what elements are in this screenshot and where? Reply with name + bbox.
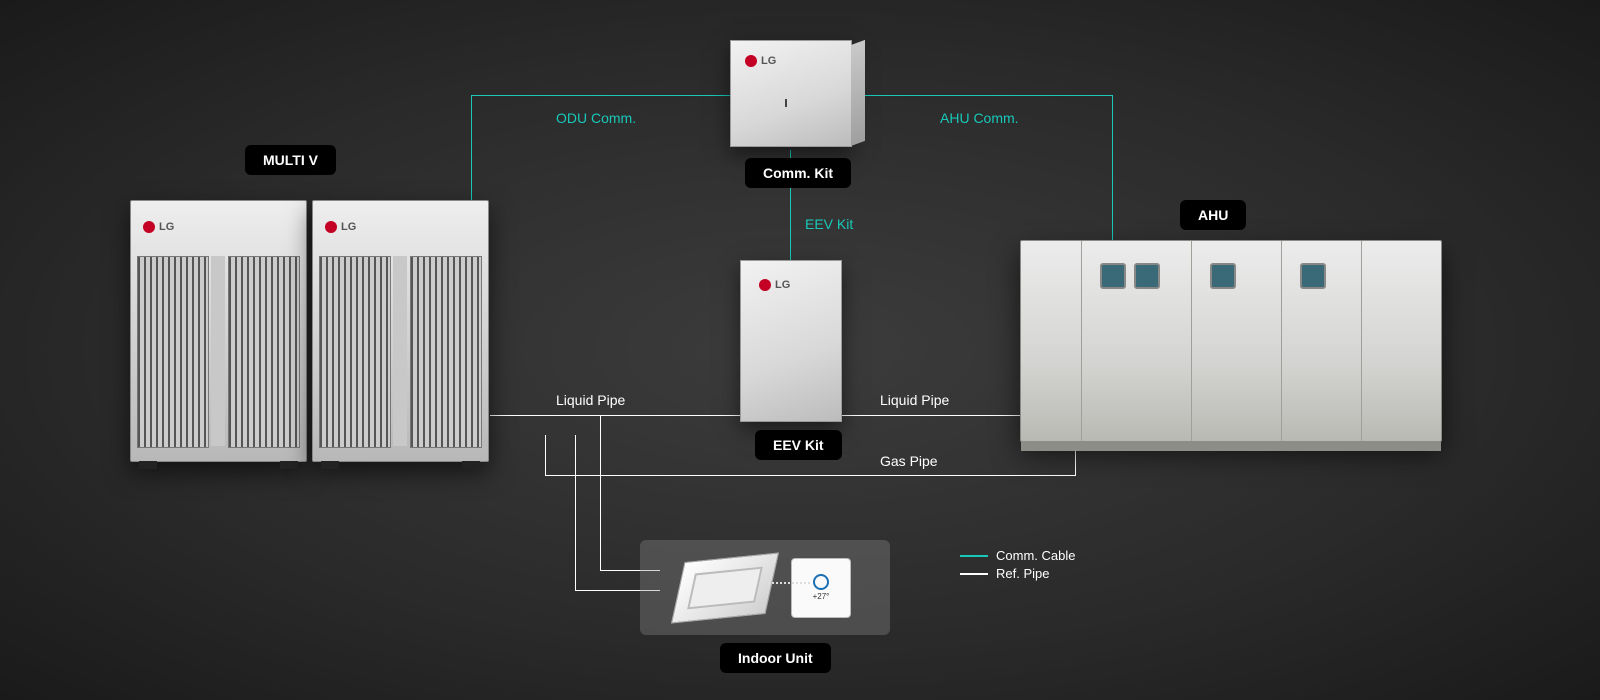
comm-kit-label: Comm. Kit [745, 158, 851, 188]
comm-kit-device: LG [730, 40, 852, 147]
liquid-pipe-text-left: Liquid Pipe [556, 392, 625, 408]
ahu-label: AHU [1180, 200, 1246, 230]
comm-line [1112, 95, 1113, 255]
liquid-pipe-line [840, 415, 1035, 416]
comm-line [852, 95, 1112, 96]
remote-controller-icon: +27° [791, 558, 851, 618]
liquid-pipe-line [490, 415, 745, 416]
legend-swatch-ref [960, 573, 988, 575]
indoor-branch-line [575, 435, 576, 590]
lg-logo-text: LG [341, 221, 356, 233]
cassette-remote-dotline [760, 582, 810, 584]
lg-logo-text: LG [775, 279, 790, 291]
gas-pipe-line [545, 475, 1075, 476]
eev-kit-line-text: EEV Kit [805, 216, 853, 232]
multi-v-label: MULTI V [245, 145, 336, 175]
lg-logo-text: LG [159, 221, 174, 233]
lg-logo-text: LG [761, 55, 776, 67]
odu-comm-text: ODU Comm. [556, 110, 636, 126]
indoor-unit-card: +27° [640, 540, 890, 635]
comm-line [471, 95, 741, 96]
legend-swatch-comm [960, 555, 988, 557]
liquid-pipe-text-right: Liquid Pipe [880, 392, 949, 408]
legend-comm-cable: Comm. Cable [996, 548, 1075, 563]
comm-line [471, 95, 472, 210]
gas-pipe-line [545, 435, 546, 475]
eev-kit-device: LG [740, 260, 842, 422]
indoor-unit-label: Indoor Unit [720, 643, 831, 673]
multi-v-unit: LG LG [130, 200, 490, 470]
ahu-comm-text: AHU Comm. [940, 110, 1019, 126]
ahu-unit [1020, 240, 1442, 442]
remote-display: +27° [813, 592, 830, 601]
cassette-icon [671, 552, 779, 623]
legend-ref-pipe: Ref. Pipe [996, 566, 1049, 581]
indoor-branch-line [600, 415, 601, 570]
gas-pipe-text: Gas Pipe [880, 453, 938, 469]
eev-kit-label: EEV Kit [755, 430, 842, 460]
legend: Comm. Cable Ref. Pipe [960, 545, 1075, 584]
